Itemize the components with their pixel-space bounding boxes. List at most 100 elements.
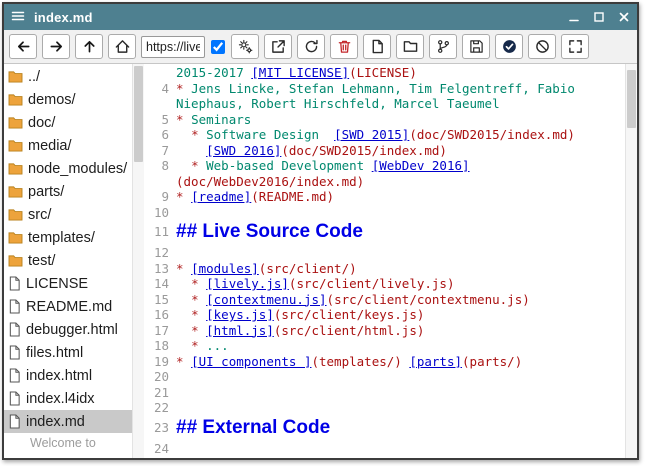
line-content[interactable]: ## Live Source Code xyxy=(176,221,625,243)
code-text[interactable]: * xyxy=(191,127,206,142)
markdown-url[interactable]: (src/client/lively.js) xyxy=(289,276,455,291)
maximize-button[interactable] xyxy=(593,11,605,23)
editor-line[interactable]: 9* [readme](README.md) xyxy=(144,189,625,205)
minimize-button[interactable] xyxy=(568,11,580,23)
markdown-link[interactable]: [MIT LICENSE] xyxy=(251,65,349,80)
new-file-button[interactable] xyxy=(363,34,391,59)
forward-button[interactable] xyxy=(42,34,70,59)
code-text[interactable]: * xyxy=(176,354,191,369)
editor-line[interactable]: 23## External Code xyxy=(144,416,625,441)
line-content[interactable]: * ... xyxy=(176,338,625,354)
markdown-url[interactable]: (src/client/) xyxy=(259,261,357,276)
folder-item[interactable]: templates/ xyxy=(4,226,132,249)
code-text[interactable]: Jens Lincke, Stefan Lehmann, Tim Felgent… xyxy=(176,81,582,112)
folder-item[interactable]: src/ xyxy=(4,203,132,226)
folder-item[interactable]: media/ xyxy=(4,134,132,157)
editor-line[interactable]: 8 * Web-based Development [WebDev 2016](… xyxy=(144,158,625,189)
editor-line[interactable]: 18 * ... xyxy=(144,338,625,354)
close-button[interactable] xyxy=(618,11,630,23)
editor-line[interactable]: 21 xyxy=(144,385,625,401)
editor-line[interactable]: 12 xyxy=(144,245,625,261)
line-content[interactable]: * [contextmenu.js](src/client/contextmen… xyxy=(176,292,625,308)
line-content[interactable]: * [keys.js](src/client/keys.js) xyxy=(176,307,625,323)
editor-line[interactable]: 15 * [contextmenu.js](src/client/context… xyxy=(144,292,625,308)
editor-line[interactable]: 16 * [keys.js](src/client/keys.js) xyxy=(144,307,625,323)
line-content[interactable] xyxy=(176,385,625,401)
markdown-link[interactable]: [keys.js] xyxy=(206,307,274,322)
markdown-link[interactable]: [WebDev 2016] xyxy=(372,158,470,173)
home-button[interactable] xyxy=(108,34,136,59)
delete-button[interactable] xyxy=(330,34,358,59)
line-content[interactable]: 2015-2017 [MIT LICENSE](LICENSE) xyxy=(176,65,625,81)
code-text[interactable] xyxy=(176,338,191,353)
editor-line[interactable]: 11## Live Source Code xyxy=(144,220,625,245)
code-text[interactable] xyxy=(176,158,191,173)
markdown-link[interactable]: [modules] xyxy=(191,261,259,276)
markdown-header[interactable]: ## External Code xyxy=(176,417,330,438)
markdown-editor[interactable]: 2015-2017 [MIT LICENSE](LICENSE)4* Jens … xyxy=(144,64,625,458)
line-content[interactable]: * [UI components ](templates/) [parts](p… xyxy=(176,354,625,370)
code-text[interactable]: * xyxy=(176,261,191,276)
scrollbar-thumb[interactable] xyxy=(134,66,143,162)
editor-line[interactable]: 7 [SWD 2016](doc/SWD2015/index.md) xyxy=(144,143,625,159)
editor-line[interactable]: 25We host some external libraries static… xyxy=(144,456,625,458)
editor-line[interactable]: 19* [UI components ](templates/) [parts]… xyxy=(144,354,625,370)
markdown-link[interactable]: [contextmenu.js] xyxy=(206,292,326,307)
line-content[interactable] xyxy=(176,205,625,221)
markdown-url[interactable]: (doc/WebDev2016/index.md) xyxy=(176,174,364,189)
code-text[interactable]: * xyxy=(191,292,206,307)
code-text[interactable]: * xyxy=(191,276,206,291)
code-text[interactable] xyxy=(176,292,191,307)
markdown-link[interactable]: [html.js] xyxy=(206,323,274,338)
code-text[interactable] xyxy=(176,323,191,338)
line-content[interactable] xyxy=(176,441,625,457)
refresh-button[interactable] xyxy=(297,34,325,59)
code-text[interactable]: Web-based Development xyxy=(206,158,372,173)
file-item[interactable]: README.md xyxy=(4,295,132,318)
back-button[interactable] xyxy=(9,34,37,59)
editor-line[interactable]: 5* Seminars xyxy=(144,112,625,128)
folder-item[interactable]: demos/ xyxy=(4,88,132,111)
markdown-url[interactable]: (README.md) xyxy=(251,189,334,204)
file-item[interactable]: index.html xyxy=(4,364,132,387)
code-text[interactable]: * xyxy=(176,81,191,96)
editor-line[interactable]: 14 * [lively.js](src/client/lively.js) xyxy=(144,276,625,292)
up-button[interactable] xyxy=(75,34,103,59)
folder-item[interactable]: doc/ xyxy=(4,111,132,134)
toolbar-checkbox[interactable] xyxy=(211,40,225,54)
code-text[interactable] xyxy=(176,307,191,322)
code-text[interactable] xyxy=(176,276,191,291)
save-button[interactable] xyxy=(462,34,490,59)
markdown-url[interactable]: (LICENSE) xyxy=(349,65,417,80)
code-text[interactable]: We host some external libraries statical… xyxy=(176,456,560,458)
file-item[interactable]: debugger.html xyxy=(4,318,132,341)
folder-item[interactable]: test/ xyxy=(4,249,132,272)
code-text[interactable]: * xyxy=(176,189,191,204)
line-content[interactable]: * [lively.js](src/client/lively.js) xyxy=(176,276,625,292)
markdown-url[interactable]: (templates/) xyxy=(311,354,401,369)
scrollbar-thumb[interactable] xyxy=(627,70,636,128)
line-content[interactable]: * Seminars xyxy=(176,112,625,128)
code-text[interactable]: ... xyxy=(206,338,229,353)
editor-line[interactable]: 22 xyxy=(144,400,625,416)
file-item[interactable]: files.html xyxy=(4,341,132,364)
markdown-url[interactable]: (doc/SWD2015/index.md) xyxy=(281,143,447,158)
line-content[interactable] xyxy=(176,369,625,385)
editor-line[interactable]: 24 xyxy=(144,441,625,457)
fullscreen-button[interactable] xyxy=(561,34,589,59)
editor-line[interactable]: 13* [modules](src/client/) xyxy=(144,261,625,277)
line-content[interactable]: We host some external libraries statical… xyxy=(176,456,625,458)
line-content[interactable]: * Software Design [SWD 2015](doc/SWD2015… xyxy=(176,127,625,143)
code-text[interactable]: * xyxy=(191,323,206,338)
markdown-url[interactable]: (parts/) xyxy=(462,354,522,369)
code-text[interactable] xyxy=(176,127,191,142)
code-text[interactable]: Software Design xyxy=(206,127,334,142)
folder-item[interactable]: ../ xyxy=(4,65,132,88)
markdown-link[interactable]: [SWD 2016] xyxy=(206,143,281,158)
editor-line[interactable]: 10 xyxy=(144,205,625,221)
code-text[interactable]: * xyxy=(191,158,206,173)
line-content[interactable] xyxy=(176,245,625,261)
file-item[interactable]: index.l4idx xyxy=(4,387,132,410)
code-text[interactable]: * xyxy=(191,307,206,322)
open-folder-button[interactable] xyxy=(396,34,424,59)
